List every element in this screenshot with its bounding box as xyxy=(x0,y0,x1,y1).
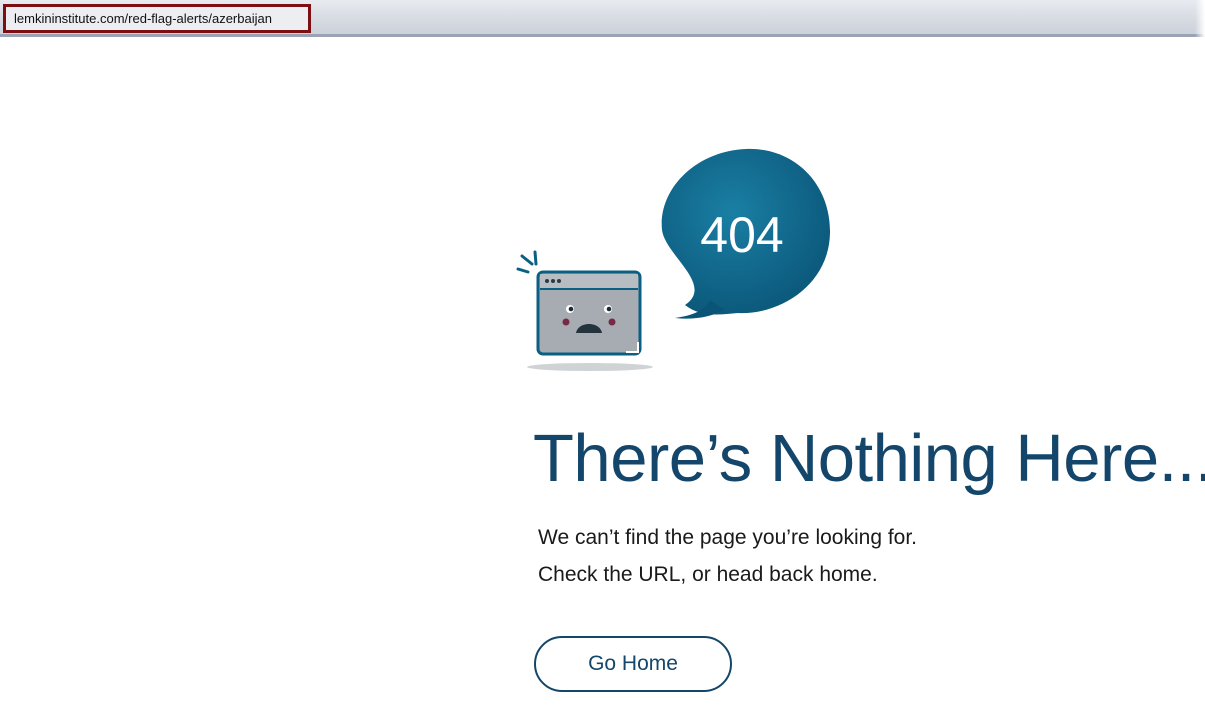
help-message: Check the URL, or head back home. xyxy=(538,563,878,586)
error-message: We can’t find the page you’re looking fo… xyxy=(538,526,918,549)
error-404-illustration: 404 xyxy=(516,148,831,371)
speech-bubble-icon: 404 xyxy=(661,148,831,319)
url-field[interactable]: lemkininstitute.com/red-flag-alerts/azer… xyxy=(3,4,311,33)
page-title: There’s Nothing Here... xyxy=(533,421,1205,496)
address-bar-edge xyxy=(1195,0,1205,37)
browser-address-bar: lemkininstitute.com/red-flag-alerts/azer… xyxy=(0,0,1205,37)
error-code-text: 404 xyxy=(700,207,783,263)
go-home-button[interactable]: Go Home xyxy=(534,636,732,692)
sad-browser-window-icon xyxy=(516,250,653,371)
